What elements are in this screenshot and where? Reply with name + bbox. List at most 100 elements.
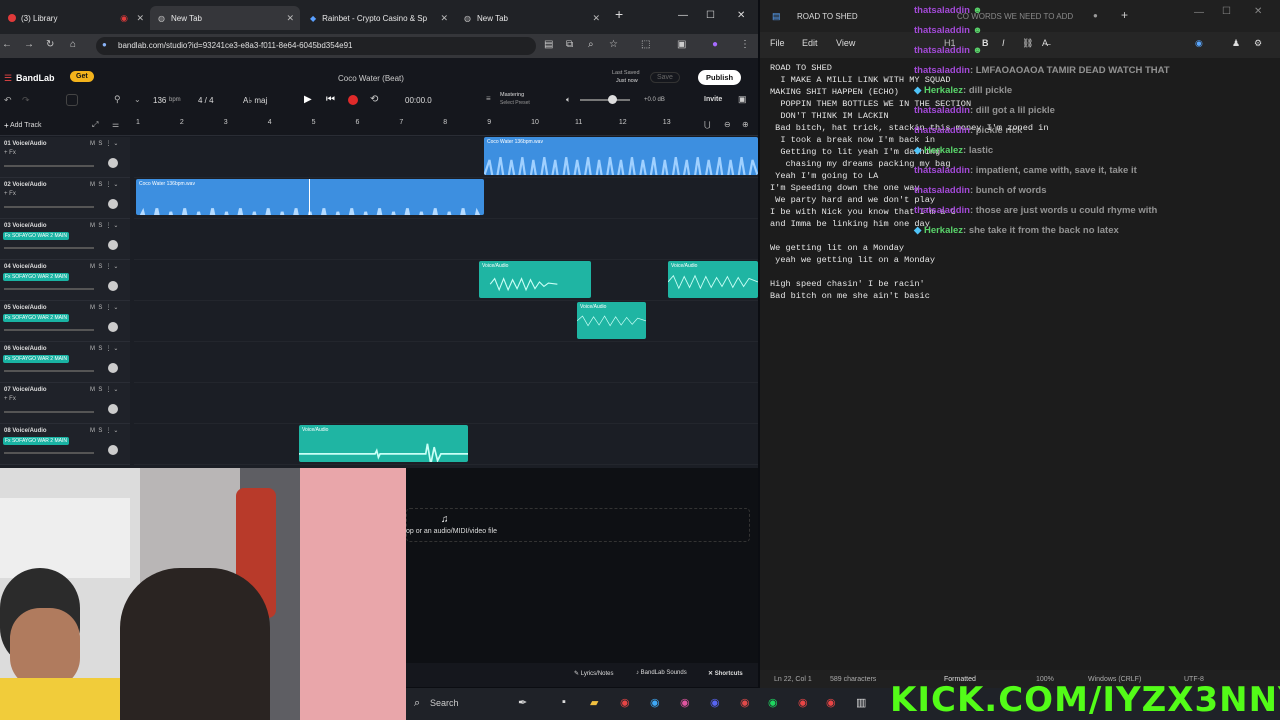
pan-knob[interactable]: [108, 199, 118, 209]
back-icon[interactable]: ←: [2, 39, 12, 50]
spotify-icon[interactable]: ◉: [768, 696, 778, 709]
install-icon[interactable]: ⧉: [566, 39, 573, 50]
minimize-icon[interactable]: —: [1194, 7, 1204, 18]
bandlab-sounds-button[interactable]: ♪ BandLab Sounds: [636, 670, 687, 676]
track-lane[interactable]: [134, 383, 758, 424]
window-close-icon[interactable]: ✕: [737, 10, 745, 21]
add-track-button[interactable]: Add Track: [10, 122, 42, 129]
track-volume-slider[interactable]: [4, 288, 94, 290]
pan-knob[interactable]: [108, 445, 118, 455]
track-volume-slider[interactable]: [4, 329, 94, 331]
mute-solo-buttons[interactable]: M S ⋮ ⌄: [90, 263, 118, 270]
pen-icon[interactable]: ✒: [518, 696, 527, 709]
magic-wand-icon[interactable]: ⤢: [92, 120, 98, 130]
track-name[interactable]: 05 Voice/Audio: [4, 305, 47, 311]
pan-knob[interactable]: [108, 322, 118, 332]
profile-avatar[interactable]: ●: [712, 39, 718, 50]
zoom-icon[interactable]: ⌕: [588, 39, 594, 50]
track-name[interactable]: 06 Voice/Audio: [4, 346, 47, 352]
track-fx[interactable]: Fx SOFAYGO WAR 2 MAIN: [3, 355, 69, 363]
tab-new-tab-2[interactable]: ◍ New Tab ✕: [456, 6, 606, 30]
track-name[interactable]: 08 Voice/Audio: [4, 428, 47, 434]
volume-slider-thumb[interactable]: [608, 95, 617, 104]
track-name[interactable]: 02 Voice/Audio: [4, 182, 47, 188]
new-tab-icon[interactable]: +: [615, 6, 623, 22]
notepad-text-area[interactable]: ROAD TO SHED I MAKE A MILLI LINK WITH MY…: [770, 62, 1270, 302]
track-volume-slider[interactable]: [4, 165, 94, 167]
audio-clip[interactable]: Coco Water 136bpm.wav: [136, 179, 484, 215]
track-fx[interactable]: + Fx: [4, 150, 16, 156]
track-volume-slider[interactable]: [4, 206, 94, 208]
playhead[interactable]: [309, 179, 310, 215]
hamburger-icon[interactable]: ☰: [4, 73, 12, 84]
tuner-icon[interactable]: ⚲: [114, 94, 121, 105]
track-lane[interactable]: [134, 219, 758, 260]
track-name[interactable]: 01 Voice/Audio: [4, 141, 47, 147]
mute-solo-buttons[interactable]: M S ⋮ ⌄: [90, 222, 118, 229]
zoom-in-icon[interactable]: ⊕: [742, 120, 749, 129]
bookmark-star-icon[interactable]: ☆: [609, 39, 618, 50]
undo-icon[interactable]: ↶: [4, 95, 12, 106]
track-name[interactable]: 07 Voice/Audio: [4, 387, 47, 393]
zoom-out-icon[interactable]: ⊖: [724, 120, 731, 129]
invite-button[interactable]: Invite: [704, 96, 722, 103]
mute-solo-buttons[interactable]: M S ⋮ ⌄: [90, 345, 118, 352]
pan-knob[interactable]: [108, 158, 118, 168]
menu-dots-icon[interactable]: ⋮: [740, 39, 750, 50]
tab-rainbet[interactable]: ◆ Rainbet - Crypto Casino & Sp ✕: [302, 6, 454, 30]
lyrics-notes-button[interactable]: ✎ Lyrics/Notes: [574, 670, 614, 677]
track-volume-slider[interactable]: [4, 247, 94, 249]
track-header[interactable]: 07 Voice/Audio + Fx M S ⋮ ⌄: [0, 383, 130, 424]
play-icon[interactable]: ▶: [304, 94, 312, 105]
extensions-icon[interactable]: ⬚: [641, 39, 650, 50]
window-close-icon[interactable]: ✕: [1254, 6, 1262, 17]
project-title[interactable]: Coco Water (Beat): [338, 74, 404, 83]
discord-icon[interactable]: ◉: [710, 696, 720, 709]
timeline-ruler[interactable]: + Add Track ⤢ ⚌ 1 2 3 4 5 6 7 8 9 10 11 12 13 ⋃ ⊖ ⊕: [0, 116, 758, 136]
save-button[interactable]: Save: [650, 72, 680, 83]
clear-format-icon[interactable]: A̶: [1042, 38, 1048, 48]
snap-icon[interactable]: ⋃: [704, 120, 711, 129]
sidebar-icon[interactable]: ▣: [677, 39, 686, 50]
track-volume-slider[interactable]: [4, 370, 94, 372]
tab-new-tab[interactable]: ◍ New Tab ✕: [150, 6, 300, 30]
copilot-icon[interactable]: ◉: [1195, 38, 1203, 49]
file-explorer-icon[interactable]: ▰: [590, 696, 598, 709]
audio-clip[interactable]: Coco Water 136bpm.wav: [484, 137, 758, 175]
chevron-down-icon[interactable]: ⌄: [134, 95, 141, 104]
key-selector[interactable]: A♭ maj: [243, 96, 267, 105]
track-fx[interactable]: Fx SOFAYGO WAR 2 MAIN: [3, 437, 69, 445]
record-button[interactable]: [348, 95, 358, 105]
app-icon[interactable]: ▥: [856, 696, 866, 709]
track-fx[interactable]: + Fx: [4, 396, 16, 402]
drop-box[interactable]: [406, 508, 750, 542]
forward-icon[interactable]: →: [24, 39, 34, 50]
pan-knob[interactable]: [108, 404, 118, 414]
close-icon[interactable]: ✕: [440, 13, 448, 24]
menu-view[interactable]: View: [836, 38, 855, 48]
publish-button[interactable]: Publish: [698, 70, 742, 85]
edge-icon[interactable]: ◉: [650, 696, 660, 709]
track-name[interactable]: 04 Voice/Audio: [4, 264, 47, 270]
mute-solo-buttons[interactable]: M S ⋮ ⌄: [90, 427, 118, 434]
volume-icon[interactable]: 🔈︎: [566, 95, 571, 105]
maximize-icon[interactable]: ☐: [706, 10, 715, 21]
unsaved-dot-icon[interactable]: ●: [1093, 11, 1098, 20]
tab-road-to-shed[interactable]: ROAD TO SHED: [797, 12, 858, 21]
track-header[interactable]: 08 Voice/Audio Fx SOFAYGO WAR 2 MAIN M S ⋮…: [0, 424, 130, 465]
track-fx[interactable]: Fx SOFAYGO WAR 2 MAIN: [3, 232, 69, 240]
pan-knob[interactable]: [108, 240, 118, 250]
track-header[interactable]: 05 Voice/Audio Fx SOFAYGO WAR 2 MAIN M S ⋮…: [0, 301, 130, 342]
track-header[interactable]: 03 Voice/Audio Fx SOFAYGO WAR 2 MAIN M S ⋮…: [0, 219, 130, 260]
track-fx[interactable]: + Fx: [4, 191, 16, 197]
rewind-icon[interactable]: ⏮: [326, 94, 335, 105]
audio-clip[interactable]: Voice/Audio: [299, 425, 468, 462]
mute-solo-buttons[interactable]: M S ⋮ ⌄: [90, 181, 118, 188]
loop-icon[interactable]: ⟲: [370, 94, 378, 105]
pan-knob[interactable]: [108, 363, 118, 373]
reader-icon[interactable]: ▤: [544, 39, 553, 50]
tab-library[interactable]: (3) Library ◉ ✕: [0, 6, 150, 30]
bandlab-logo[interactable]: BandLab: [16, 73, 55, 83]
track-settings-icon[interactable]: ⚌: [112, 120, 119, 129]
chrome-icon[interactable]: ◉: [798, 696, 808, 709]
